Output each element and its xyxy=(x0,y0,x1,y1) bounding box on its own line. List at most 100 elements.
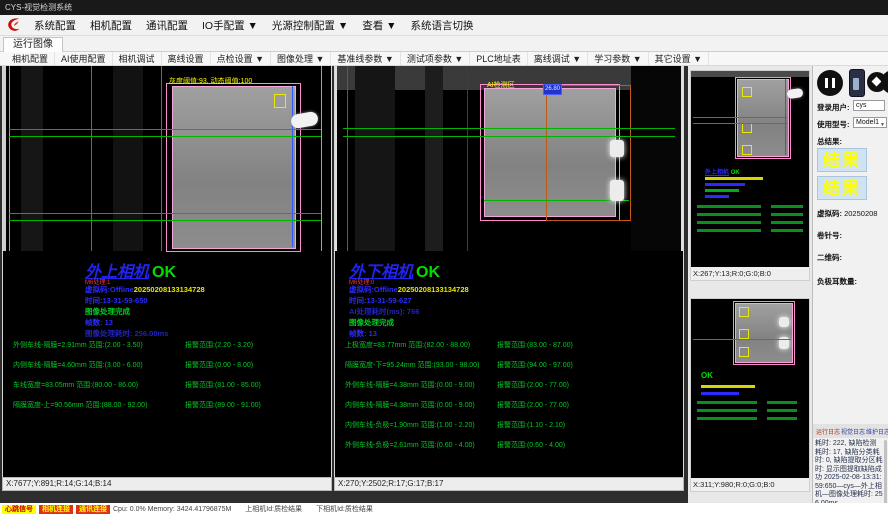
green-baseline xyxy=(9,129,321,130)
model-select[interactable]: Model1 ▼ xyxy=(853,117,887,128)
alarm-range-text: 报警范围:(2.00 - 77.00) xyxy=(497,380,569,390)
pause-icon xyxy=(832,78,835,88)
menu-comm-config[interactable]: 通讯配置 xyxy=(139,18,195,33)
ok-status-label: OK xyxy=(416,264,440,281)
measurement-row: 外侧车线-隔膜=2.91mm 范围:(2.00 - 3.50) 报警范围:(2.… xyxy=(13,340,331,350)
mini-camera-panel-bottom[interactable]: OK X:311;Y:980;R:0;G:0;B:0 xyxy=(690,298,810,492)
connector-part xyxy=(786,88,803,99)
tool-spotcheck-setting[interactable]: 点检设置 ▼ xyxy=(211,52,271,65)
camera-device-button[interactable] xyxy=(849,69,865,97)
vcode-label: 虚拟码: 20250208 xyxy=(817,208,877,219)
status-bar: 心跳信号 相机连接 通讯连接 Cpu: 0.0% Memory: 3424.41… xyxy=(0,503,888,515)
measurement-row: 内侧车线-隔膜=4.38mm 范围:(0.00 - 9.00) 报警范围:(2.… xyxy=(345,400,663,410)
tab-vision-log[interactable]: 视觉日志 xyxy=(841,427,865,436)
yellow-guide-line xyxy=(9,66,10,251)
mini-pixel-coords-top: X:267;Y:13;R:0;G:0;B:0 xyxy=(691,267,809,280)
tool-camera-debug[interactable]: 相机调试 xyxy=(113,52,162,65)
menu-system-config[interactable]: 系统配置 xyxy=(27,18,83,33)
ai-elapsed-label: AI处理耗时(ms): 766 xyxy=(349,306,419,317)
process-done-label: 图像处理完成 xyxy=(349,317,394,328)
vcode-value: 20250208 xyxy=(844,209,877,218)
green-baseline xyxy=(693,339,791,340)
tool-camera-config[interactable]: 相机配置 xyxy=(6,52,55,65)
camera-image-lower[interactable]: AI检测区 26.80 xyxy=(335,66,683,251)
tab-run-log[interactable]: 运行日志 xyxy=(816,427,840,436)
measure-text: 外侧车线-负极=2.61mm 范围:(0.60 - 4.00) xyxy=(345,440,475,450)
tool-testitem-params[interactable]: 测试项参数 ▼ xyxy=(401,52,470,65)
mini-row-bar xyxy=(697,401,757,404)
alarm-range-text: 报警范围:(0.00 - 8.00) xyxy=(185,360,253,370)
user-input[interactable]: cys xyxy=(853,100,885,111)
mini-row-bar xyxy=(697,205,761,208)
tool-image-processing[interactable]: 图像处理 ▼ xyxy=(271,52,331,65)
measurement-row: 隔膜宽度-上=90.56mm 范围:(88.00 - 92.00) 报警范围:(… xyxy=(13,400,331,410)
menu-camera-config[interactable]: 相机配置 xyxy=(83,18,139,33)
mini-result-status: OK xyxy=(701,371,713,380)
qrcode-label: 二维码: xyxy=(817,252,842,263)
camera-device-icon xyxy=(853,78,859,90)
pixel-coords-upper: X:7677;Y:891;R:14;G:14;B:14 xyxy=(2,477,332,491)
camera-image-upper[interactable]: 灰度阈值:93, 动态阈值:100 xyxy=(3,66,331,251)
tool-ai-config[interactable]: AI使用配置 xyxy=(55,52,113,65)
roi-yellow-box xyxy=(739,347,749,357)
app-logo-icon xyxy=(4,16,24,34)
pixel-coords-lower: X:270;Y:2502;R:17;G:17;B:17 xyxy=(334,477,684,491)
tool-baseline-params[interactable]: 基准线参数 ▼ xyxy=(331,52,400,65)
measure-text: 外侧车线-隔膜=2.91mm 范围:(2.00 - 3.50) xyxy=(13,340,143,350)
machine-texture xyxy=(21,66,43,251)
blue-edge-line xyxy=(785,79,786,155)
elapsed-label: 图像处理耗时: 256.00ms xyxy=(85,328,168,339)
mini-row-bar xyxy=(697,409,757,412)
mini-result-title: 外上相机 OK xyxy=(705,167,740,176)
measurement-row: 内侧车线-隔膜=4.60mm 范围:(3.00 - 6.00) 报警范围:(0.… xyxy=(13,360,331,370)
control-sidebar: 登录用户: cys 使用型号: Model1 ▼ 总结果: 结果 结果 虚拟码:… xyxy=(812,66,888,503)
menu-light-config[interactable]: 光源控制配置 ▼ xyxy=(265,18,355,33)
tool-other-setting[interactable]: 其它设置 ▼ xyxy=(649,52,709,65)
comm-connection-badge: 通讯连接 xyxy=(76,505,110,514)
tool-plc-address[interactable]: PLC地址表 xyxy=(470,52,528,65)
tool-offline-debug[interactable]: 离线调试 ▼ xyxy=(528,52,588,65)
measure-text: 外侧车线-隔膜=4.38mm 范围:(0.00 - 9.00) xyxy=(345,380,475,390)
machine-texture xyxy=(113,66,143,251)
barcode-line: 虚拟码:Offline20250208133134728 xyxy=(85,284,205,295)
time-label: 时间:13-31-59-627 xyxy=(349,295,412,306)
machine-edge-line xyxy=(467,66,468,251)
machine-edge-line xyxy=(347,66,348,251)
menu-view[interactable]: 查看 ▼ xyxy=(355,18,403,33)
mini-row-bar xyxy=(697,221,761,224)
yellow-guide-line xyxy=(321,66,322,251)
measure-text: 车线宽度=83.05mm 范围:(80.00 - 86.00) xyxy=(13,380,138,390)
ok-status-label: OK xyxy=(152,264,176,281)
green-baseline xyxy=(343,136,675,137)
tool-learning-params[interactable]: 学习参数 ▼ xyxy=(588,52,648,65)
mini-row-bar xyxy=(697,417,757,420)
threshold-overlay-label: 灰度阈值:93, 动态阈值:100 xyxy=(169,76,252,86)
mini-camera-panel-top[interactable]: 外上相机 OK X:267;Y:13;R:0;G:0;B:0 xyxy=(690,70,810,281)
mini-text-bar xyxy=(705,195,729,198)
green-baseline xyxy=(9,213,321,214)
process-done-label: 图像处理完成 xyxy=(85,306,130,317)
mini-text-bar xyxy=(701,392,739,395)
chevron-down-icon: ▼ xyxy=(880,120,885,130)
mini-pixel-coords-bottom: X:311;Y:980;R:0;G:0;B:0 xyxy=(691,478,809,491)
pause-button[interactable] xyxy=(817,70,843,96)
tab-maintenance-log[interactable]: 维护日志 xyxy=(866,427,888,436)
green-baseline xyxy=(693,123,787,124)
mini-row-bar xyxy=(771,213,803,216)
roi-yellow-box xyxy=(742,123,752,133)
tab-run-image[interactable]: 运行图像 xyxy=(3,37,63,52)
measure-text: 上极宽度=83.77mm 范围:(82.00 - 88.00) xyxy=(345,340,470,350)
log-scrollbar[interactable] xyxy=(884,440,887,503)
tool-offline-setting[interactable]: 离线设置 xyxy=(162,52,211,65)
measure-text: 内侧车线-隔膜=4.60mm 范围:(3.00 - 6.00) xyxy=(13,360,143,370)
total-result-label: 总结果: xyxy=(817,136,842,147)
barcode-line: 虚拟码:Offline20250208133134728 xyxy=(349,284,469,295)
pin-label: 卷针号: xyxy=(817,230,842,241)
gauge-value-label: 26.80 xyxy=(543,84,562,95)
measurement-row: 上极宽度=83.77mm 范围:(82.00 - 88.00) 报警范围:(83… xyxy=(345,340,663,350)
green-baseline xyxy=(9,136,321,137)
menu-io-config[interactable]: IO手配置 ▼ xyxy=(195,18,265,33)
log-text: 耗时: 222, 缺陷检测耗时: 17, 缺陷分类耗时: 0, 缺陷提取分区耗时… xyxy=(815,440,883,503)
menu-language-switch[interactable]: 系统语言切换 xyxy=(404,18,481,33)
camera-panel-lower: AI检测区 26.80 外下相机OK M6处理:0 虚拟码:Offline202… xyxy=(334,66,684,477)
